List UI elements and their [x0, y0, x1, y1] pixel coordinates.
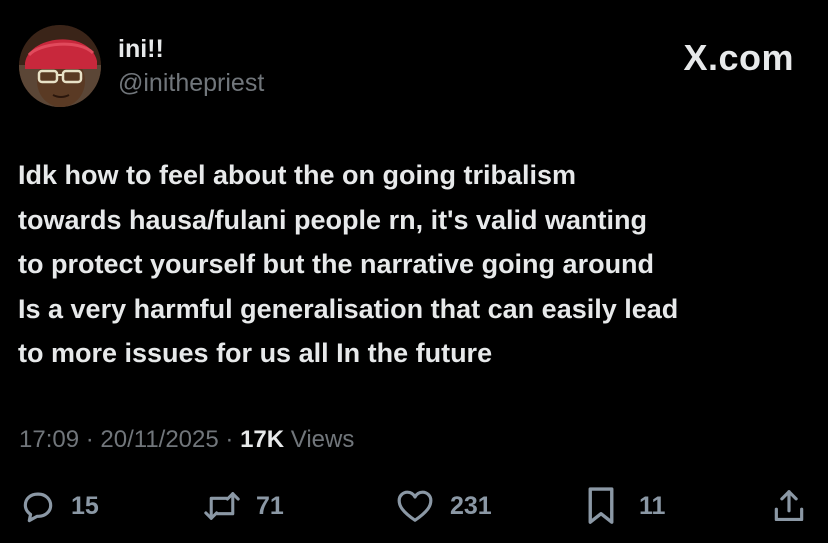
tweet-text-line: towards hausa/fulani people rn, it's val…	[18, 204, 648, 235]
share-button[interactable]	[770, 486, 808, 526]
bookmark-icon	[585, 486, 617, 526]
bookmark-button[interactable]: 11	[585, 486, 665, 526]
tweet-text-line: to protect yourself but the narrative go…	[18, 249, 655, 279]
heart-icon	[396, 488, 434, 524]
like-count: 231	[450, 491, 492, 520]
share-upload-icon	[770, 487, 808, 525]
views-label: Views	[284, 426, 355, 453]
reply-count: 15	[71, 491, 99, 520]
tweet-text: Idk how to feel about the on going triba…	[18, 153, 818, 376]
views-count[interactable]: 17K	[240, 426, 284, 453]
action-bar: 15 71 231 11	[0, 486, 828, 526]
repost-button[interactable]: 71	[202, 486, 284, 526]
speech-bubble-icon	[19, 487, 57, 525]
repost-count: 71	[256, 491, 284, 520]
tweet-time[interactable]: 17:09	[19, 426, 79, 453]
reply-button[interactable]: 15	[19, 486, 99, 526]
tweet-text-line: to more issues for us all In the future	[18, 338, 493, 368]
repost-arrows-icon	[202, 487, 242, 525]
display-name[interactable]: ini!!	[118, 34, 164, 64]
meta-separator: ·	[79, 426, 101, 453]
user-handle[interactable]: @inithepriest	[118, 68, 264, 98]
like-button[interactable]: 231	[396, 486, 492, 526]
meta-separator: ·	[218, 426, 241, 453]
tweet-card: ini!! @inithepriest X.com Idk how to fee…	[0, 0, 828, 543]
tweet-meta: 17:09 · 20/11/2025 · 17K Views	[19, 424, 354, 456]
brand-watermark: X.com	[683, 37, 794, 78]
avatar-image	[19, 25, 101, 107]
bookmark-count: 11	[639, 491, 666, 520]
tweet-text-line: Is a very harmful generalisation that ca…	[18, 293, 679, 324]
tweet-date[interactable]: 20/11/2025	[100, 426, 218, 453]
tweet-text-line: Idk how to feel about the on going triba…	[18, 160, 576, 190]
avatar[interactable]	[19, 25, 101, 107]
